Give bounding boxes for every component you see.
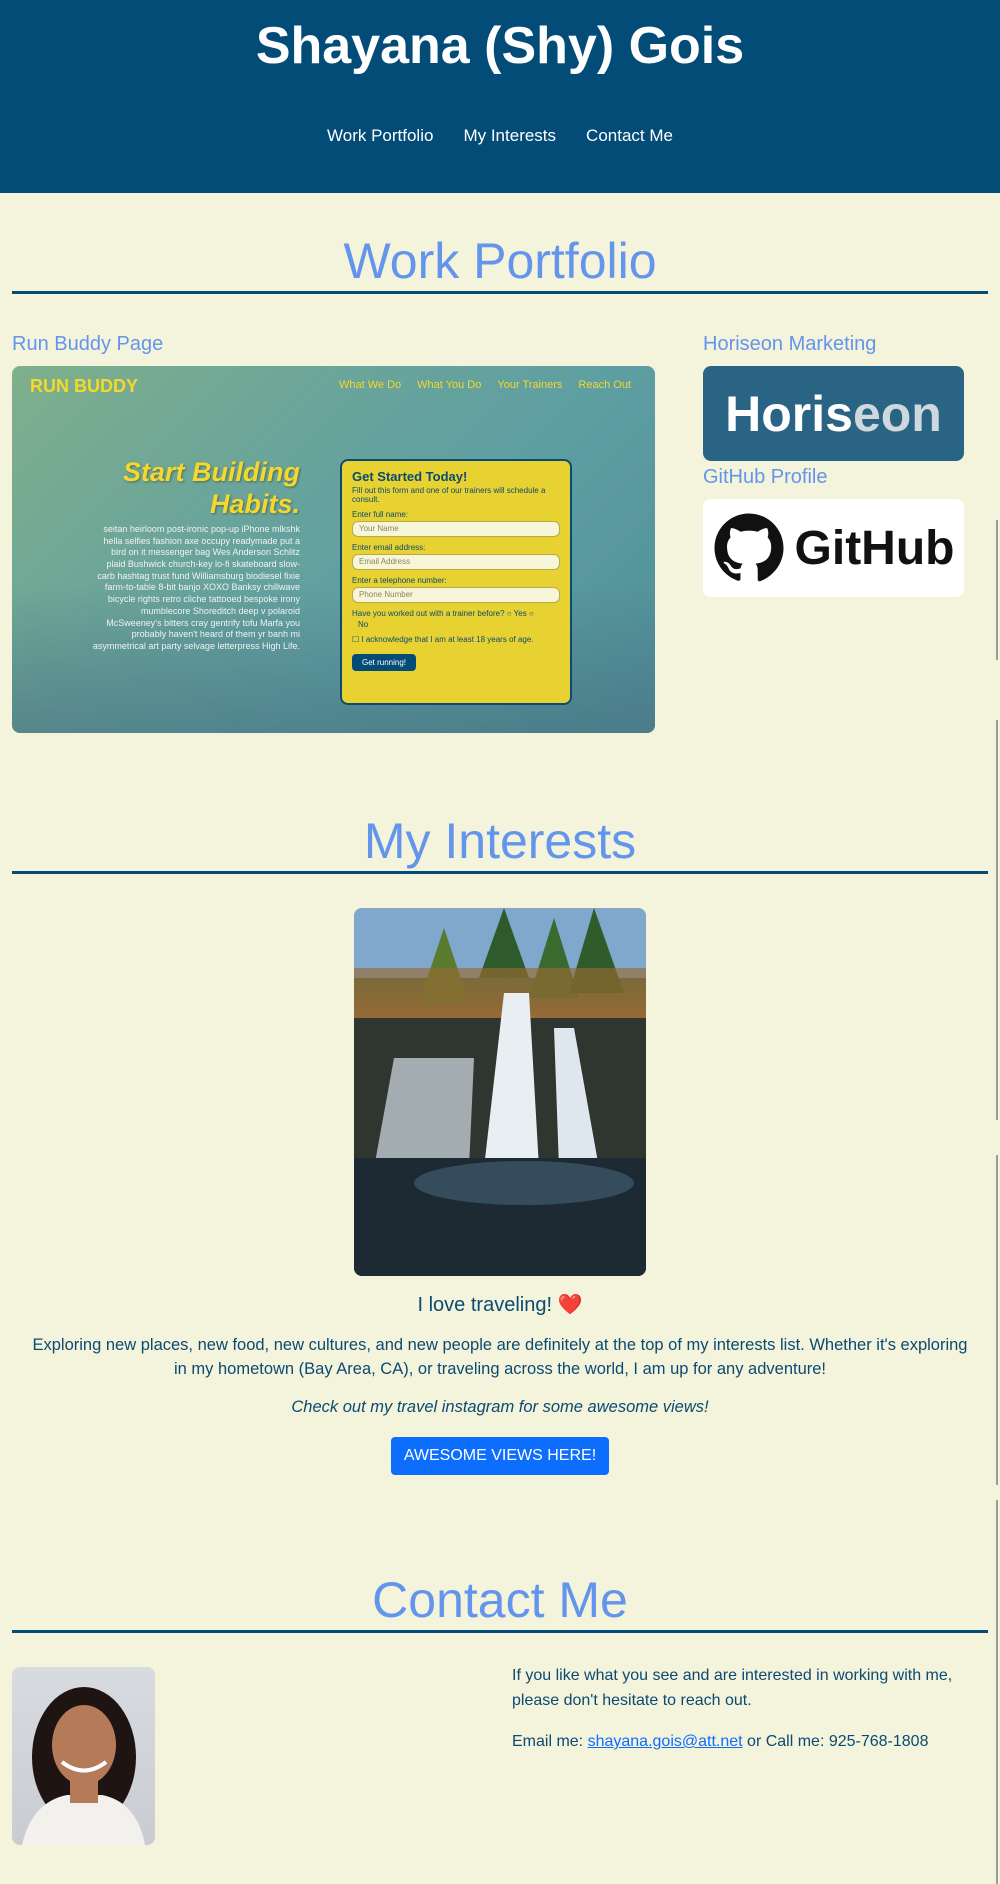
waterfall-photo bbox=[354, 908, 646, 1276]
scrollbar-segment[interactable] bbox=[996, 1155, 998, 1485]
run-buddy-email-field: Email Address bbox=[352, 554, 560, 570]
contact-intro: If you like what you see and are interes… bbox=[512, 1667, 953, 1709]
run-buddy-nav-item: Reach Out bbox=[578, 379, 631, 391]
run-buddy-yes: Yes bbox=[513, 609, 527, 618]
contact-email-link[interactable]: shayana.gois@att.net bbox=[588, 1733, 743, 1750]
run-buddy-form-subtitle: Fill out this form and one of our traine… bbox=[352, 486, 546, 504]
main-nav: Work Portfolio My Interests Contact Me bbox=[0, 126, 1000, 146]
nav-my-interests[interactable]: My Interests bbox=[463, 126, 556, 146]
nav-contact-me[interactable]: Contact Me bbox=[586, 126, 673, 146]
github-octocat-icon bbox=[714, 513, 784, 582]
portfolio-heading: Work Portfolio bbox=[12, 232, 988, 294]
interests-heading: My Interests bbox=[12, 812, 988, 874]
run-buddy-name-field: Your Name bbox=[352, 521, 560, 537]
run-buddy-email-label: Enter email address: bbox=[352, 543, 426, 552]
portrait-illustration bbox=[22, 1687, 145, 1845]
horiseon-logo-card[interactable]: Horis eon bbox=[703, 366, 964, 461]
interest-paragraph: Exploring new places, new food, new cult… bbox=[32, 1336, 968, 1378]
heart-icon: ❤️ bbox=[557, 1294, 583, 1316]
site-header: Shayana (Shy) Gois Work Portfolio My Int… bbox=[0, 0, 1000, 193]
interest-caption-text: I love traveling! bbox=[417, 1294, 558, 1316]
run-buddy-ack: I acknowledge that I am at least 18 year… bbox=[361, 635, 534, 644]
scrollbar-segment[interactable] bbox=[996, 720, 998, 1120]
profile-photo bbox=[12, 1667, 155, 1845]
nav-work-portfolio[interactable]: Work Portfolio bbox=[327, 126, 433, 146]
instagram-button[interactable]: AWESOME VIEWS HERE! bbox=[391, 1437, 609, 1475]
run-buddy-name-label: Enter full name: bbox=[352, 510, 409, 519]
github-title[interactable]: GitHub Profile bbox=[703, 466, 828, 489]
contact-heading: Contact Me bbox=[12, 1571, 988, 1633]
run-buddy-nav-item: What We Do bbox=[339, 379, 402, 391]
run-buddy-nav-item: Your Trainers bbox=[497, 379, 563, 391]
run-buddy-nav: What We Do What You Do Your Trainers Rea… bbox=[339, 379, 631, 391]
contact-details: Email me: shayana.gois@att.net or Call m… bbox=[512, 1730, 972, 1755]
contact-email-prefix: Email me: bbox=[512, 1733, 588, 1750]
interest-caption: I love traveling! ❤️ bbox=[0, 1292, 1000, 1317]
github-logo-card[interactable]: GitHub bbox=[703, 499, 964, 597]
run-buddy-phone-label: Enter a telephone number: bbox=[352, 576, 447, 585]
run-buddy-nav-item: What You Do bbox=[417, 379, 482, 391]
horiseon-logo-part1: Horis bbox=[725, 385, 853, 442]
run-buddy-title[interactable]: Run Buddy Page bbox=[12, 333, 163, 356]
run-buddy-ack-row: ☐ I acknowledge that I am at least 18 ye… bbox=[352, 635, 534, 644]
run-buddy-no: No bbox=[358, 620, 369, 629]
horiseon-logo-part2: eon bbox=[852, 385, 942, 442]
run-buddy-hero-line2: Habits. bbox=[209, 489, 300, 520]
run-buddy-form: Get Started Today! Fill out this form an… bbox=[340, 459, 572, 705]
scrollbar-segment[interactable] bbox=[996, 520, 998, 660]
contact-phone: or Call me: 925-768-1808 bbox=[742, 1733, 929, 1750]
run-buddy-phone-field: Phone Number bbox=[352, 587, 560, 603]
site-title: Shayana (Shy) Gois bbox=[255, 17, 745, 75]
run-buddy-hero: Start Building Habits. bbox=[72, 456, 300, 521]
run-buddy-form-title: Get Started Today! bbox=[352, 469, 468, 484]
run-buddy-submit: Get running! bbox=[352, 654, 417, 671]
run-buddy-logo: RUN BUDDY bbox=[30, 376, 138, 396]
run-buddy-hero-line1: Start Building bbox=[123, 457, 300, 487]
run-buddy-body: seitan heirloom post-ironic pop-up iPhon… bbox=[92, 524, 300, 651]
run-buddy-trainer-question-text: Have you worked out with a trainer befor… bbox=[352, 609, 505, 618]
run-buddy-preview[interactable]: RUN BUDDY What We Do What You Do Your Tr… bbox=[12, 366, 655, 733]
waterfall-illustration bbox=[354, 908, 646, 1276]
horiseon-title[interactable]: Horiseon Marketing bbox=[703, 333, 876, 356]
instagram-prompt: Check out my travel instagram for some a… bbox=[291, 1398, 709, 1416]
run-buddy-trainer-question: Have you worked out with a trainer befor… bbox=[352, 609, 534, 618]
github-wordmark: GitHub bbox=[794, 521, 955, 575]
scrollbar-segment[interactable] bbox=[996, 1500, 998, 1884]
